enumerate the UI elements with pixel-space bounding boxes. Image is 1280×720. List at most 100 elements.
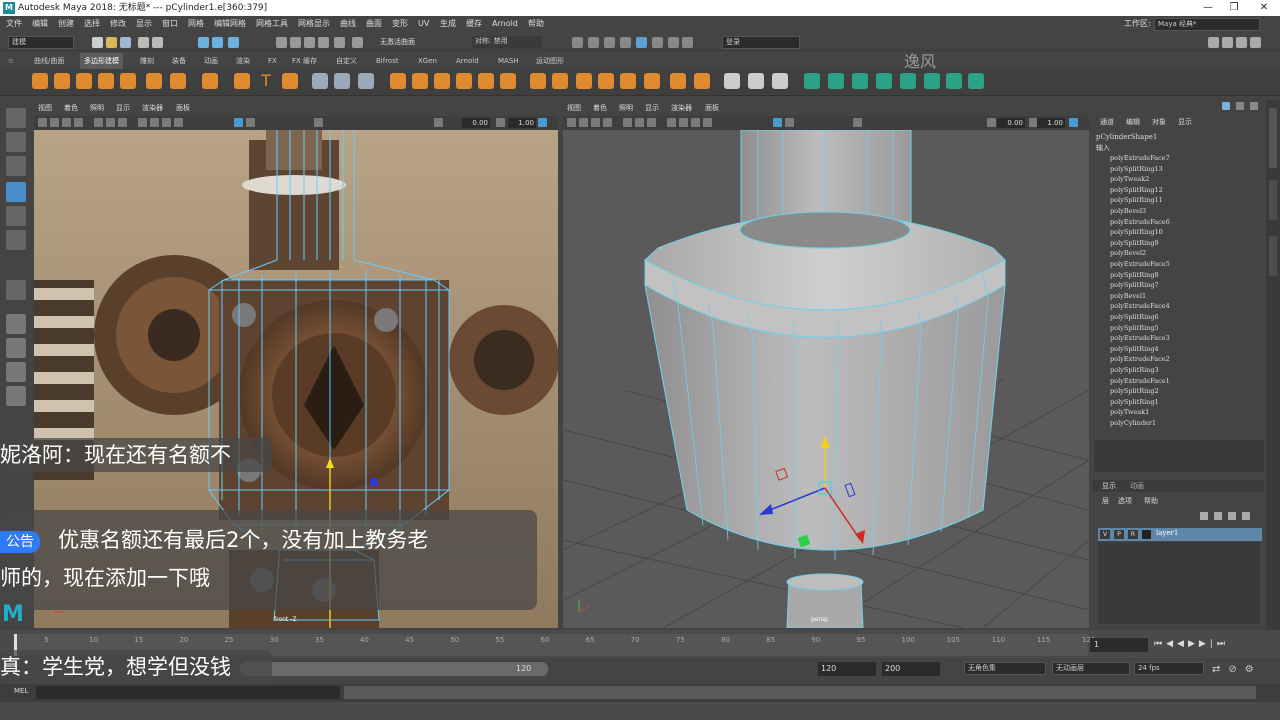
poly-plane-icon[interactable] (146, 73, 162, 89)
layer-menu-options[interactable]: 选项 (1118, 496, 1132, 506)
cb-object-name[interactable]: pCylinderShape1 (1096, 133, 1157, 141)
select-component-icon[interactable] (228, 37, 239, 48)
film-gate-icon[interactable] (635, 118, 644, 127)
extrude-icon[interactable] (434, 73, 450, 89)
current-frame-field[interactable]: 1 (1090, 638, 1148, 652)
menu-surfaces[interactable]: 曲面 (366, 16, 382, 32)
workspace-dropdown[interactable]: Maya 经典* (1154, 18, 1260, 31)
exposure-icon[interactable] (434, 118, 443, 127)
layer-name[interactable]: layer1 (1156, 529, 1178, 537)
camera-attr-icon[interactable] (50, 118, 59, 127)
shelf-tab-curves[interactable]: 曲线/曲面 (34, 53, 64, 69)
camera-select-icon[interactable] (38, 118, 47, 127)
vp-right-menu-lighting[interactable]: 照明 (619, 102, 633, 115)
layer-tab-display[interactable]: 显示 (1102, 481, 1116, 491)
viewport-persp[interactable]: persp (563, 130, 1089, 628)
menu-file[interactable]: 文件 (6, 16, 22, 32)
history-node[interactable]: polySplitRing6 (1110, 313, 1159, 321)
mirror-icon[interactable] (412, 73, 428, 89)
image-plane-icon[interactable] (603, 118, 612, 127)
menu-mesh-display[interactable]: 网格显示 (298, 16, 330, 32)
history-node[interactable]: polySplitRing11 (1110, 196, 1163, 204)
shelf-tab-bifrost[interactable]: Bifrost (376, 53, 399, 69)
menu-modify[interactable]: 修改 (110, 16, 126, 32)
shelf-tab-rendering[interactable]: 渲染 (236, 53, 250, 69)
ambient-occlusion-icon[interactable] (314, 118, 323, 127)
paint-select-icon[interactable] (6, 156, 26, 176)
shelf-tab-custom[interactable]: 自定义 (336, 53, 357, 69)
bridge-edge-icon[interactable] (500, 73, 516, 89)
menu-window[interactable]: 窗口 (162, 16, 178, 32)
save-scene-icon[interactable] (120, 37, 131, 48)
poly-cube-icon[interactable] (54, 73, 70, 89)
history-node[interactable]: polySplitRing7 (1110, 281, 1159, 289)
side-tab-channel-box[interactable] (1269, 108, 1277, 168)
bevel-icon[interactable] (478, 73, 494, 89)
history-node[interactable]: polyExtrudeFace5 (1110, 260, 1170, 268)
shelf-tab-animation[interactable]: 动画 (204, 53, 218, 69)
ambient-occlusion-icon[interactable] (853, 118, 862, 127)
layer-move-down-icon[interactable] (1214, 512, 1222, 520)
history-node[interactable]: polySplitRing3 (1110, 366, 1159, 374)
smooth-shade-icon[interactable] (150, 118, 159, 127)
exposure-icon[interactable] (987, 118, 996, 127)
mel-input[interactable] (36, 686, 340, 699)
wireframe-icon[interactable] (138, 118, 147, 127)
cb-tab-edit[interactable]: 编辑 (1126, 117, 1140, 127)
vp-left-gamma-field[interactable]: 1.00 (508, 118, 536, 128)
shelf-tab-fx[interactable]: FX (268, 53, 277, 69)
range-end-field[interactable]: 120 (818, 662, 876, 676)
layer-menu-help[interactable]: 帮助 (1144, 496, 1158, 506)
render-frame-icon[interactable] (604, 37, 615, 48)
vp-left-exposure-field[interactable]: 0.00 (462, 118, 490, 128)
lasso-tool-icon[interactable] (6, 132, 26, 152)
menu-display[interactable]: 显示 (136, 16, 152, 32)
maximize-button[interactable]: ❐ (1222, 0, 1246, 16)
menu-mesh-tools[interactable]: 网格工具 (256, 16, 288, 32)
history-node[interactable]: polySplitRing9 (1110, 239, 1159, 247)
construction-history-icon[interactable] (572, 37, 583, 48)
shelf-tab-fx-caching[interactable]: FX 缓存 (292, 53, 317, 69)
history-node[interactable]: polySplitRing4 (1110, 345, 1159, 353)
uv-editor-icon[interactable] (804, 73, 820, 89)
snap-point-icon[interactable] (304, 37, 315, 48)
poly-torus-icon[interactable] (120, 73, 136, 89)
separate-icon[interactable] (334, 73, 350, 89)
menu-curves[interactable]: 曲线 (340, 16, 356, 32)
history-node[interactable]: polySplitRing12 (1110, 186, 1163, 194)
close-button[interactable]: ✕ (1252, 0, 1276, 16)
menu-deform[interactable]: 变形 (392, 16, 408, 32)
fps-dropdown[interactable]: 24 fps (1134, 662, 1204, 675)
snap-surface-icon[interactable] (334, 37, 345, 48)
layer-visibility-toggle[interactable]: V (1100, 530, 1110, 539)
history-node[interactable]: polySplitRing10 (1110, 228, 1163, 236)
shelf-tab-sculpting[interactable]: 雕刻 (140, 53, 154, 69)
shelf-tab-arnold[interactable]: Arnold (456, 53, 479, 69)
menu-create[interactable]: 创建 (58, 16, 74, 32)
image-plane-icon[interactable] (74, 118, 83, 127)
smooth-shade-icon[interactable] (679, 118, 688, 127)
history-node[interactable]: polySplitRing1 (1110, 398, 1159, 406)
arnold-render-icon[interactable] (668, 37, 679, 48)
loop-autokey-icons[interactable]: ⇄⊘⚙ (1212, 664, 1262, 675)
vp-left-menu-panels[interactable]: 面板 (176, 102, 190, 115)
mel-label[interactable]: MEL (14, 687, 28, 695)
layer-move-up-icon[interactable] (1200, 512, 1208, 520)
automatic-map-icon[interactable] (900, 73, 916, 89)
spherical-map-icon[interactable] (876, 73, 892, 89)
scale-tool-icon[interactable] (6, 230, 26, 250)
cut-uv-icon[interactable] (924, 73, 940, 89)
menu-set-dropdown[interactable]: 建模 (8, 36, 74, 49)
vp-left-menu-shading[interactable]: 着色 (64, 102, 78, 115)
cb-tab-object[interactable]: 对象 (1152, 117, 1166, 127)
four-view-icon[interactable] (6, 338, 26, 358)
vp-left-menu-lighting[interactable]: 照明 (90, 102, 104, 115)
connect-icon[interactable] (620, 73, 636, 89)
color-management-icon[interactable] (538, 118, 547, 127)
snap-curve-icon[interactable] (290, 37, 301, 48)
textured-icon[interactable] (691, 118, 700, 127)
history-node[interactable]: polyExtrudeFace2 (1110, 355, 1170, 363)
shelf-tab-xgen[interactable]: XGen (418, 53, 437, 69)
camera-select-icon[interactable] (567, 118, 576, 127)
append-polygon-icon[interactable] (530, 73, 546, 89)
